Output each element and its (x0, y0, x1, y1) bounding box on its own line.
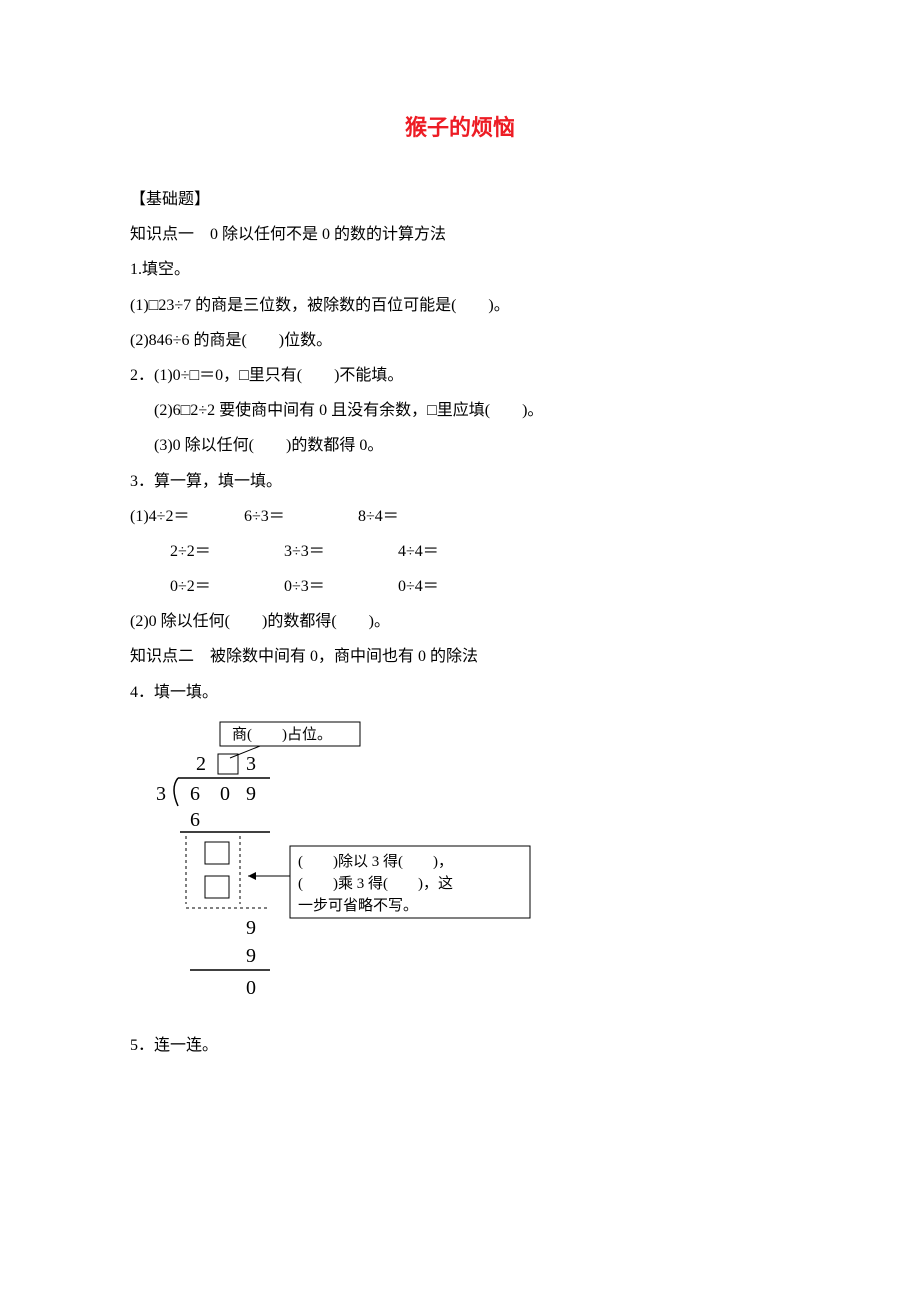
quotient-blank-box (218, 754, 238, 774)
note-line-1: ( )除以 3 得( )， (298, 853, 453, 870)
dividend-9: 9 (246, 783, 256, 805)
top-label-text: 商( )占位。 (232, 726, 332, 743)
q3-3b: 0÷3＝ (284, 569, 394, 604)
knowledge-point-2: 知识点二 被除数中间有 0，商中间也有 0 的除法 (130, 639, 790, 674)
q3-1a: (1)4÷2＝ (130, 499, 240, 534)
q3-1b: 6÷3＝ (244, 499, 354, 534)
bringdown-9: 9 (246, 917, 256, 939)
quotient-digit-2: 2 (196, 753, 206, 775)
q3-3c: 0÷4＝ (398, 569, 508, 604)
q3-3a: 0÷2＝ (170, 569, 280, 604)
q3-header: 3．算一算，填一填。 (130, 464, 790, 499)
q3-row-2: 2÷2＝ 3÷3＝ 4÷4＝ (130, 534, 790, 569)
quotient-digit-3: 3 (246, 753, 256, 775)
knowledge-point-1: 知识点一 0 除以任何不是 0 的数的计算方法 (130, 217, 790, 252)
remainder-0: 0 (246, 977, 256, 999)
step-blank-1 (205, 842, 229, 864)
sub-6: 6 (190, 809, 200, 831)
dividend-0: 0 (220, 783, 230, 805)
q3-row-1: (1)4÷2＝ 6÷3＝ 8÷4＝ (130, 499, 790, 534)
page-content: 猴子的烦恼 【基础题】 知识点一 0 除以任何不是 0 的数的计算方法 1.填空… (0, 0, 920, 1123)
division-svg: 商( )占位。 2 3 3 6 0 9 6 (140, 718, 560, 1028)
q3-item-2: (2)0 除以任何( )的数都得( )。 (130, 604, 790, 639)
q3-2b: 3÷3＝ (284, 534, 394, 569)
q3-1c: 8÷4＝ (358, 499, 468, 534)
q1-header: 1.填空。 (130, 252, 790, 287)
q1-item-2: (2)846÷6 的商是( )位数。 (130, 323, 790, 358)
q5-header: 5．连一连。 (130, 1028, 790, 1063)
divisor-3: 3 (156, 783, 166, 805)
dividend-6: 6 (190, 783, 200, 805)
document-title: 猴子的烦恼 (130, 110, 790, 142)
q3-2a: 2÷2＝ (170, 534, 280, 569)
section-basic-label: 【基础题】 (130, 182, 790, 217)
q4-header: 4．填一填。 (130, 675, 790, 710)
long-division-figure: 商( )占位。 2 3 3 6 0 9 6 (140, 718, 540, 1028)
q1-item-1: (1)□23÷7 的商是三位数，被除数的百位可能是( )。 (130, 288, 790, 323)
q3-row-3: 0÷2＝ 0÷3＝ 0÷4＝ (130, 569, 790, 604)
q2-item-3: (3)0 除以任何( )的数都得 0。 (130, 428, 790, 463)
note-line-2: ( )乘 3 得( )，这 (298, 875, 453, 892)
q2-item-2: (2)6□2÷2 要使商中间有 0 且没有余数，□里应填( )。 (130, 393, 790, 428)
step-blank-2 (205, 876, 229, 898)
note-line-3: 一步可省略不写。 (298, 897, 418, 914)
q3-2c: 4÷4＝ (398, 534, 508, 569)
sub-9: 9 (246, 945, 256, 967)
q2-item-1: 2．(1)0÷□＝0，□里只有( )不能填。 (130, 358, 790, 393)
